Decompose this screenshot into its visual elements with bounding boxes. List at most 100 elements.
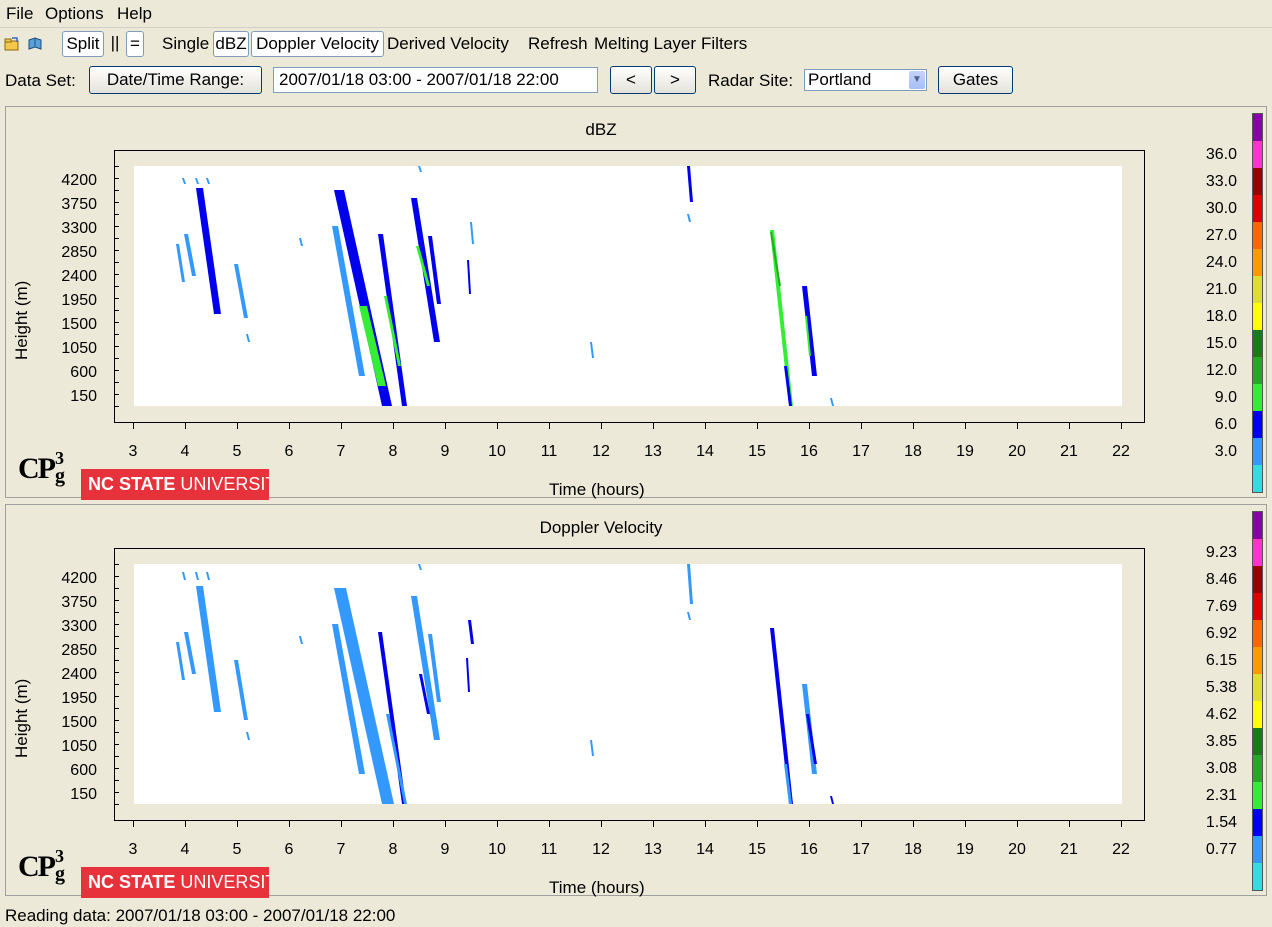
y-tick-label: 2400: [61, 268, 97, 285]
y-tick-mark: [114, 804, 119, 805]
open-folder-icon[interactable]: [4, 36, 20, 52]
y-tick-label: 3750: [61, 594, 97, 611]
menu-bar: File Options Help: [0, 0, 1272, 28]
x-tick-mark: [1069, 423, 1070, 429]
x-tick-mark: [653, 423, 654, 429]
colorbar-swatch: [1253, 330, 1262, 357]
x-tick-label: 8: [388, 841, 398, 858]
colorbar-swatch: [1253, 168, 1262, 195]
y-tick-mark: [114, 358, 119, 359]
x-tick-label: 20: [1008, 443, 1026, 460]
filters-button[interactable]: Filters: [701, 34, 747, 54]
x-tick-label: 18: [904, 443, 922, 460]
radar-site-value: Portland: [808, 70, 872, 89]
plot-area: [134, 166, 1122, 406]
x-tick-mark: [653, 821, 654, 827]
colorbar-swatch: [1253, 836, 1262, 863]
y-tick-mark: [114, 732, 119, 733]
y-tick-mark: [114, 696, 119, 697]
colorbar-swatch: [1253, 701, 1262, 728]
echo-cell: [176, 642, 185, 680]
colorbar-swatch: [1253, 647, 1262, 674]
cp3g-logo: CP3g: [18, 448, 65, 487]
x-tick-mark: [393, 423, 394, 429]
x-tick-mark: [601, 821, 602, 827]
x-tick-mark: [445, 821, 446, 827]
x-tick-label: 19: [956, 841, 974, 858]
refresh-button[interactable]: Refresh: [528, 34, 588, 54]
next-button[interactable]: >: [654, 66, 696, 94]
y-tick-mark: [114, 612, 119, 613]
x-tick-label: 16: [800, 443, 818, 460]
colorbar-label: 33.0: [1205, 173, 1237, 190]
colorbar-label: 30.0: [1205, 200, 1237, 217]
colorbar-strip: [1252, 511, 1263, 891]
toolbar: Split || = Single dBZ Doppler Velocity D…: [0, 29, 1272, 61]
x-tick-mark: [393, 821, 394, 827]
x-tick-label: 4: [180, 841, 190, 858]
x-tick-mark: [1017, 821, 1018, 827]
colorbar-swatch: [1253, 114, 1262, 141]
y-tick-mark: [114, 792, 119, 793]
echo-cell: [470, 222, 474, 244]
y-tick-label: 3300: [61, 220, 97, 237]
colorbar-swatch: [1253, 755, 1262, 782]
gates-button[interactable]: Gates: [938, 66, 1013, 94]
echo-cell: [468, 620, 474, 644]
x-tick-mark: [601, 423, 602, 429]
single-toggle[interactable]: Single: [162, 34, 209, 54]
chart-title: Doppler Velocity: [539, 518, 663, 537]
parallel-button[interactable]: ||: [106, 31, 124, 57]
x-tick-mark: [497, 821, 498, 827]
menu-file[interactable]: File: [6, 4, 33, 24]
echo-cell: [770, 628, 793, 804]
melting-layer-button[interactable]: Melting Layer: [594, 34, 696, 54]
split-button[interactable]: Split: [62, 31, 104, 57]
y-tick-mark: [114, 780, 119, 781]
menu-options[interactable]: Options: [45, 4, 104, 24]
colorbar-swatch: [1253, 195, 1262, 222]
echo-cell: [802, 286, 817, 376]
echo-cell: [206, 572, 210, 580]
colorbar-label: 6.15: [1205, 652, 1237, 669]
x-tick-mark: [341, 821, 342, 827]
chevron-down-icon[interactable]: ▼: [909, 71, 925, 89]
x-tick-label: 10: [488, 841, 506, 858]
derived-velocity-toggle[interactable]: Derived Velocity: [387, 34, 509, 54]
x-tick-mark: [289, 821, 290, 827]
x-tick-label: 17: [852, 841, 870, 858]
colorbar-swatch: [1253, 674, 1262, 701]
menu-help[interactable]: Help: [117, 4, 152, 24]
y-tick-label: 1950: [61, 690, 97, 707]
x-tick-label: 10: [488, 443, 506, 460]
colorbar-label: 3.08: [1205, 760, 1237, 777]
doppler-velocity-toggle[interactable]: Doppler Velocity: [251, 31, 384, 57]
y-tick-mark: [114, 756, 119, 757]
x-tick-label: 9: [440, 443, 450, 460]
y-tick-mark: [114, 708, 119, 709]
x-tick-mark: [497, 423, 498, 429]
radar-site-select[interactable]: Portland ▼: [804, 69, 927, 91]
equal-button[interactable]: =: [126, 31, 144, 57]
previous-button[interactable]: <: [610, 66, 652, 94]
date-time-range-button[interactable]: Date/Time Range:: [89, 66, 262, 94]
x-tick-label: 21: [1060, 841, 1078, 858]
colorbar-label: 3.85: [1205, 733, 1237, 750]
x-tick-mark: [1121, 821, 1122, 827]
book-icon[interactable]: [27, 36, 43, 52]
y-tick-label: 150: [70, 786, 97, 803]
colorbar-label: 15.0: [1205, 335, 1237, 352]
status-bar: Reading data: 2007/01/18 03:00 - 2007/01…: [5, 906, 396, 925]
date-time-range-field[interactable]: 2007/01/18 03:00 - 2007/01/18 22:00: [273, 67, 598, 93]
colorbar-swatch: [1253, 782, 1262, 809]
y-tick-mark: [114, 286, 119, 287]
x-tick-label: 6: [284, 443, 294, 460]
x-tick-label: 7: [336, 841, 346, 858]
dbz-toggle[interactable]: dBZ: [213, 31, 249, 57]
echo-cell: [590, 740, 594, 756]
y-tick-mark: [114, 588, 119, 589]
colorbar-swatch: [1253, 303, 1262, 330]
y-tick-mark: [114, 226, 119, 227]
colorbar-label: 0.77: [1205, 841, 1237, 858]
y-tick-mark: [114, 274, 119, 275]
